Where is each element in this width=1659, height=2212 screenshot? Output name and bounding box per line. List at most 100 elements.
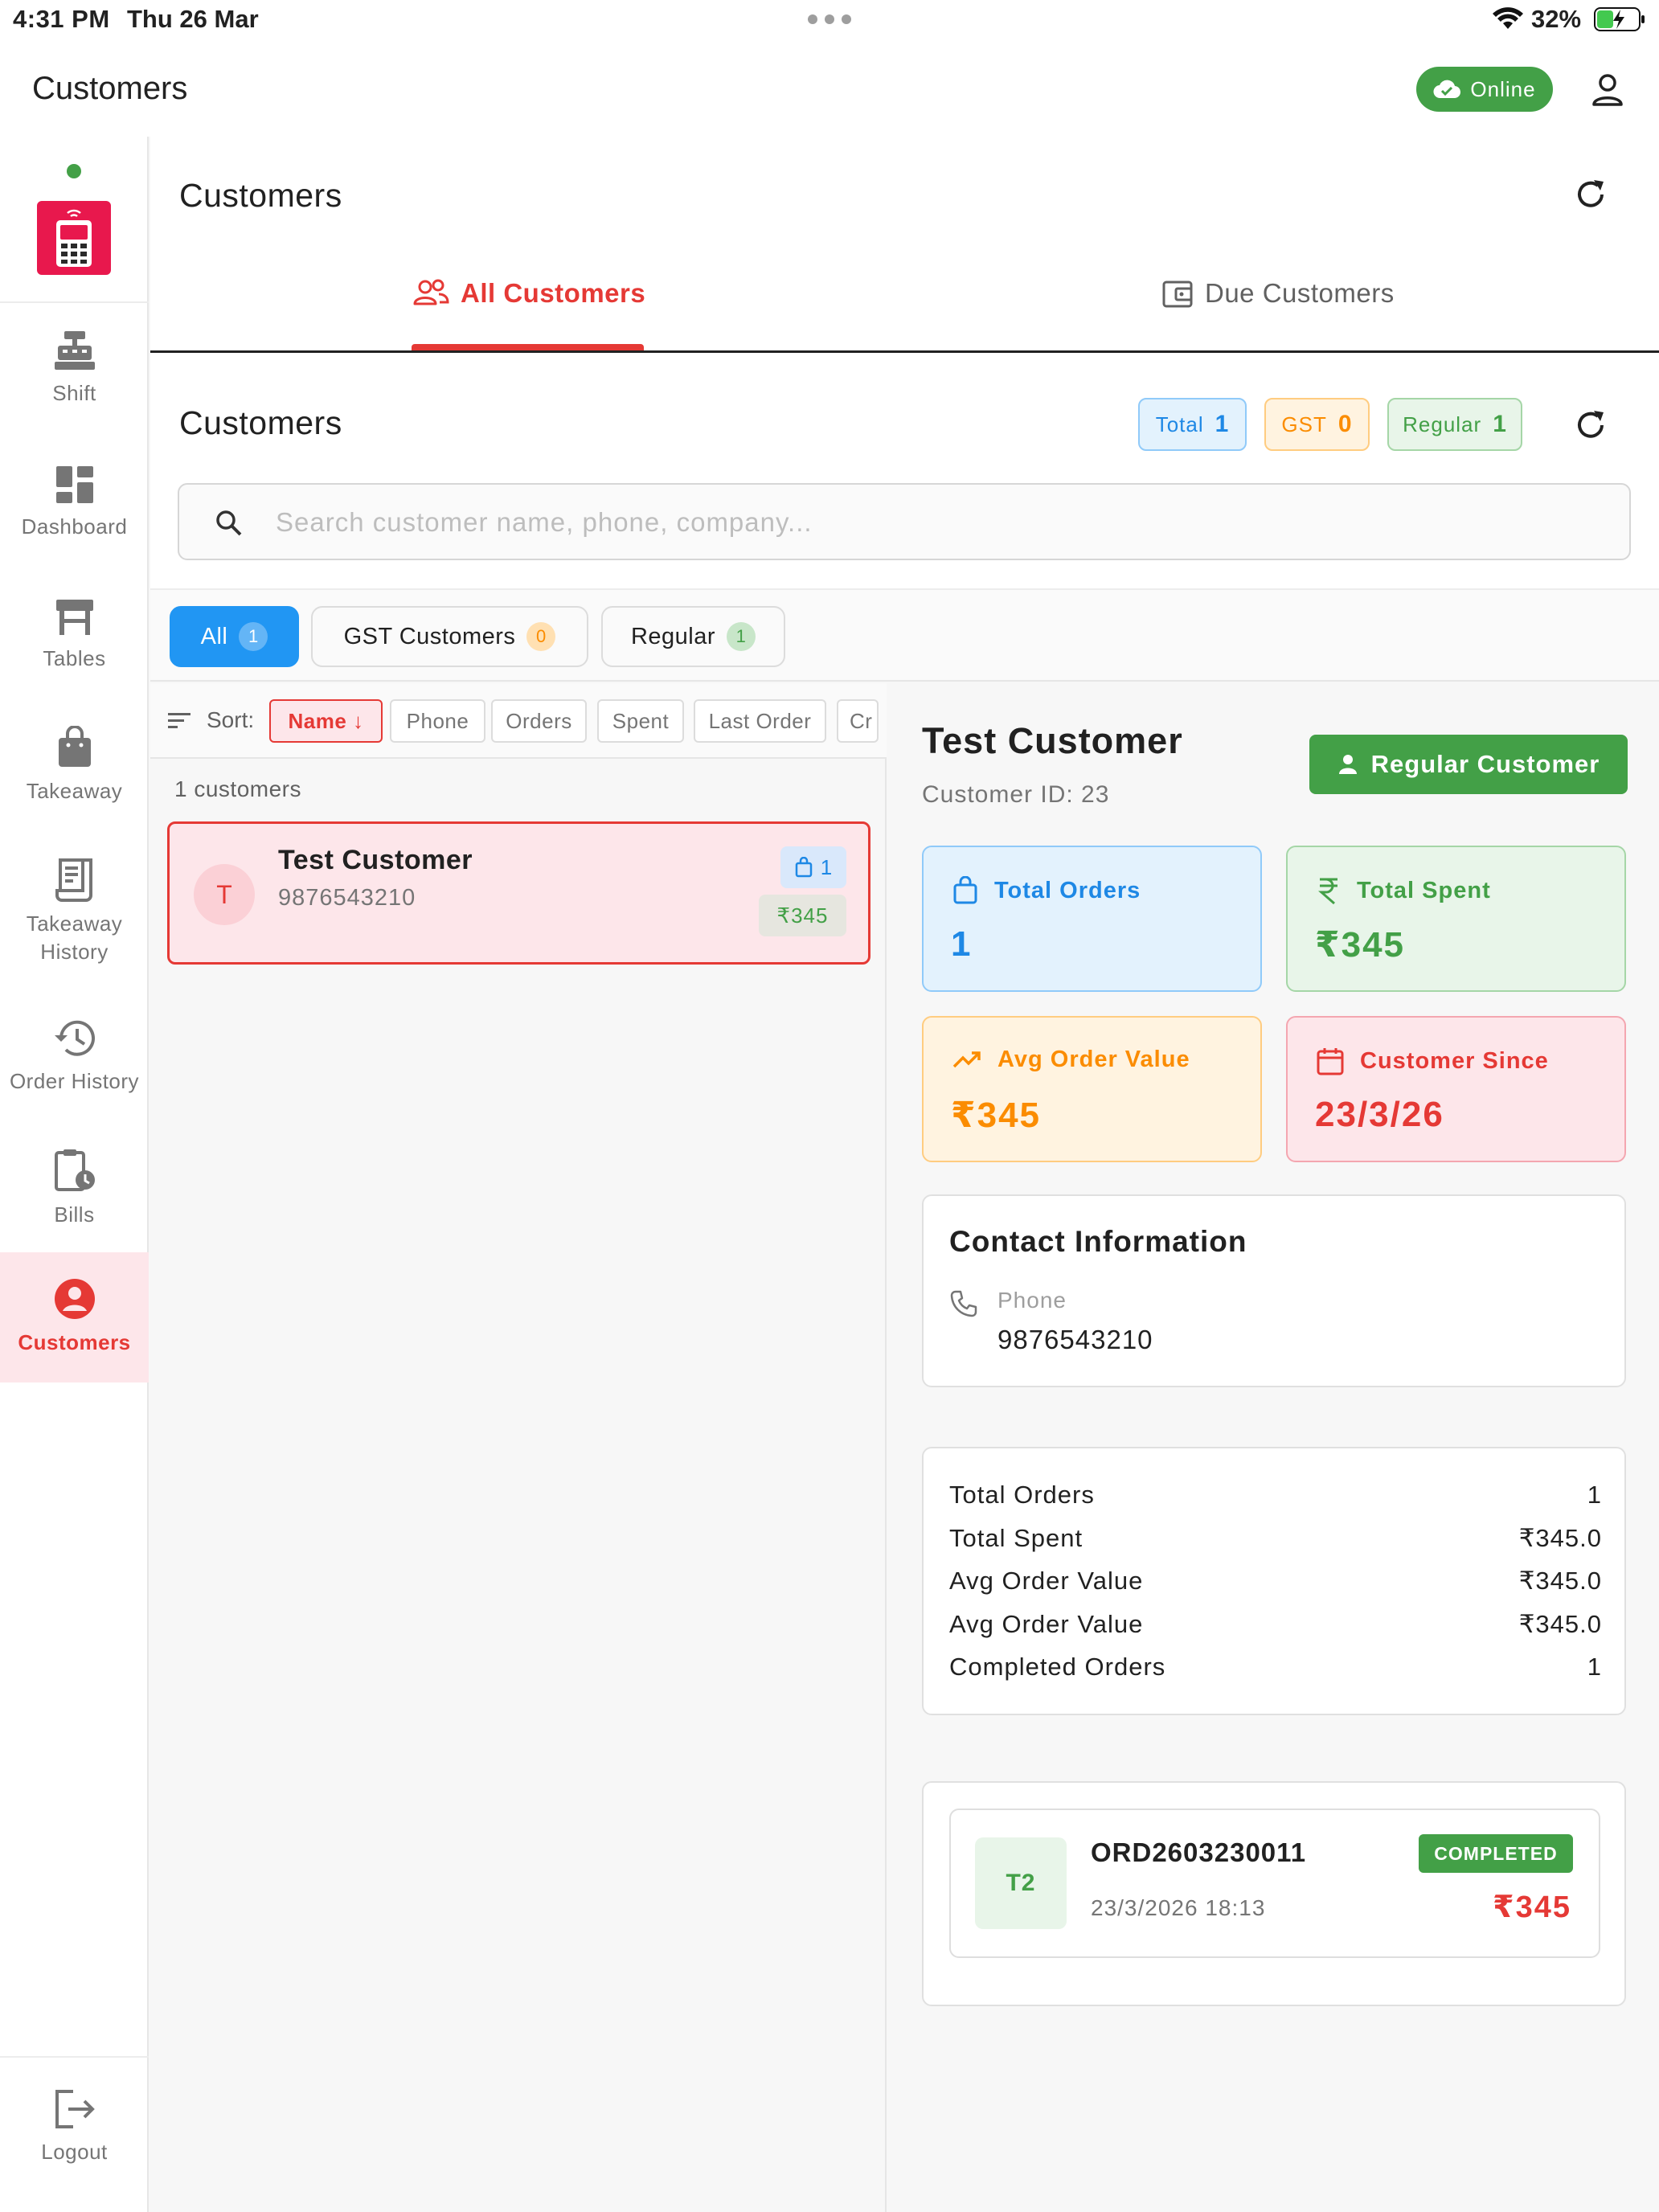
tab-label: Due Customers bbox=[1205, 278, 1395, 308]
sidebar-item-label: Customers bbox=[18, 1330, 131, 1355]
tab-all-customers[interactable]: All Customers bbox=[412, 272, 645, 352]
summary-row: Total Spent ₹345.0 bbox=[949, 1524, 1602, 1553]
wifi-icon bbox=[1492, 6, 1524, 32]
stat-label: Avg Order Value bbox=[997, 1047, 1190, 1072]
order-list-item[interactable]: T2 ORD2603230011 23/3/2026 18:13 COMPLET… bbox=[949, 1809, 1600, 1958]
tab-label: All Customers bbox=[461, 278, 646, 308]
table-icon bbox=[53, 596, 96, 645]
status-badge: COMPLETED bbox=[1419, 1834, 1573, 1873]
order-summary-card: Total Orders 1 Total Spent ₹345.0 Avg Or… bbox=[922, 1447, 1626, 1715]
sidebar-item-customers[interactable]: Customers bbox=[0, 1252, 149, 1382]
battery-icon bbox=[1594, 6, 1647, 32]
sort-chip-name[interactable]: Name ↓ bbox=[269, 699, 383, 743]
customer-name: Test Customer bbox=[278, 845, 473, 875]
sort-label: Sort: bbox=[207, 707, 255, 732]
stat-label: Total Spent bbox=[1357, 877, 1491, 903]
sidebar-item-takeaway[interactable]: Takeaway bbox=[0, 726, 149, 805]
sidebar-item-tables[interactable]: Tables bbox=[0, 596, 149, 673]
order-count: 1 bbox=[820, 854, 833, 879]
regular-customer-button[interactable]: Regular Customer bbox=[1309, 735, 1628, 794]
search-input[interactable] bbox=[276, 502, 1594, 543]
detail-customer-name: Test Customer bbox=[922, 720, 1183, 761]
refresh-list-icon[interactable] bbox=[1573, 408, 1608, 443]
customer-list-panel: Sort: Name ↓ Phone Orders Spent Last Ord… bbox=[150, 683, 887, 2212]
stat-label: Customer Since bbox=[1360, 1047, 1549, 1074]
refresh-icon[interactable] bbox=[1573, 177, 1608, 212]
stat-value: 1 bbox=[951, 924, 973, 964]
stat-card-avg-order-value: Avg Order Value ₹345 bbox=[922, 1016, 1262, 1162]
sidebar-item-dashboard[interactable]: Dashboard bbox=[0, 465, 149, 541]
cash-register-icon bbox=[53, 330, 96, 379]
main-header: Customers All Customers Due Customers bbox=[150, 137, 1659, 352]
people-icon bbox=[412, 278, 449, 307]
sidebar-item-label: Shift bbox=[52, 381, 96, 405]
section-title: Customers bbox=[179, 404, 342, 441]
table-badge: T2 bbox=[975, 1837, 1067, 1929]
connection-dot bbox=[67, 164, 81, 178]
chip-label: Regular bbox=[630, 623, 716, 649]
filter-chip-all[interactable]: All 1 bbox=[170, 606, 299, 667]
summary-label: Avg Order Value bbox=[949, 1567, 1144, 1595]
sidebar-item-shift[interactable]: Shift bbox=[0, 330, 149, 408]
stat-value: ₹345 bbox=[1315, 925, 1406, 965]
online-status-label: Online bbox=[1470, 76, 1536, 101]
phone-label: Phone bbox=[997, 1288, 1067, 1313]
sort-chip-orders[interactable]: Orders bbox=[491, 699, 587, 743]
calendar-icon bbox=[1317, 1047, 1344, 1075]
sort-chip-last-order[interactable]: Last Order bbox=[694, 699, 826, 743]
recent-orders-card: T2 ORD2603230011 23/3/2026 18:13 COMPLET… bbox=[922, 1781, 1626, 2006]
chip-label: GST Customers bbox=[343, 623, 516, 649]
order-count-badge: 1 bbox=[780, 846, 846, 888]
logout-label: Logout bbox=[41, 2140, 108, 2164]
search-box[interactable] bbox=[178, 483, 1631, 560]
sort-chip-phone[interactable]: Phone bbox=[390, 699, 485, 743]
chip-label: All bbox=[200, 623, 228, 649]
sidebar: Shift Dashboard Tables Takeaway Takeaway… bbox=[0, 137, 149, 2212]
account-circle-icon bbox=[53, 1277, 96, 1329]
sidebar-divider bbox=[0, 301, 149, 303]
sort-chip-spent[interactable]: Spent bbox=[597, 699, 684, 743]
regular-count-badge: Regular 1 bbox=[1387, 398, 1522, 451]
clipboard-clock-icon bbox=[53, 1148, 96, 1201]
sort-icon bbox=[168, 712, 192, 730]
summary-row: Completed Orders 1 bbox=[949, 1653, 1602, 1682]
summary-label: Completed Orders bbox=[949, 1653, 1166, 1681]
person-icon bbox=[1337, 753, 1358, 776]
sidebar-item-order-history[interactable]: Order History bbox=[0, 1018, 149, 1096]
summary-row: Avg Order Value ₹345.0 bbox=[949, 1567, 1602, 1596]
badge-value: 1 bbox=[1493, 411, 1507, 437]
logout-button[interactable]: Logout bbox=[0, 2088, 149, 2166]
stat-value: 23/3/26 bbox=[1315, 1095, 1444, 1134]
filter-chip-gst-customers[interactable]: GST Customers 0 bbox=[311, 606, 588, 667]
sort-chip-created[interactable]: Cr bbox=[837, 699, 879, 743]
trending-up-icon bbox=[952, 1051, 981, 1070]
account-icon[interactable] bbox=[1588, 71, 1627, 109]
stat-label: Total Orders bbox=[994, 877, 1141, 903]
sidebar-item-label: Takeaway bbox=[26, 779, 123, 803]
order-number: ORD2603230011 bbox=[1091, 1837, 1307, 1867]
sidebar-item-label: Takeaway History bbox=[26, 911, 123, 965]
summary-value: ₹345.0 bbox=[1518, 1524, 1602, 1552]
customer-phone: 9876543210 bbox=[278, 885, 416, 911]
app-bar: Customers Online bbox=[0, 40, 1659, 137]
status-time: 4:31 PM bbox=[13, 5, 110, 33]
multitask-dots-icon[interactable] bbox=[806, 13, 853, 26]
online-status-badge[interactable]: Online bbox=[1416, 67, 1553, 112]
summary-row: Avg Order Value ₹345.0 bbox=[949, 1610, 1602, 1639]
avatar: T bbox=[194, 864, 255, 925]
button-label: Regular Customer bbox=[1370, 750, 1600, 778]
summary-value: ₹345.0 bbox=[1518, 1567, 1602, 1595]
customer-detail-panel: Test Customer Customer ID: 23 Regular Cu… bbox=[888, 683, 1659, 2212]
badge-label: Total bbox=[1155, 412, 1204, 436]
sidebar-item-takeaway-history[interactable]: Takeaway History bbox=[0, 858, 149, 966]
filter-chip-regular[interactable]: Regular 1 bbox=[601, 606, 785, 667]
tab-due-customers[interactable]: Due Customers bbox=[1161, 272, 1395, 352]
shopping-bag-icon bbox=[795, 857, 813, 878]
sidebar-item-bills[interactable]: Bills bbox=[0, 1148, 149, 1229]
summary-value: 1 bbox=[1587, 1481, 1602, 1509]
logout-icon bbox=[52, 2088, 97, 2138]
spent-badge: ₹345 bbox=[759, 895, 846, 936]
customer-list-item[interactable]: T Test Customer 9876543210 1 ₹345 bbox=[167, 821, 870, 965]
contact-information-card: Contact Information Phone 9876543210 bbox=[922, 1194, 1626, 1387]
badge-label: GST bbox=[1281, 412, 1327, 436]
